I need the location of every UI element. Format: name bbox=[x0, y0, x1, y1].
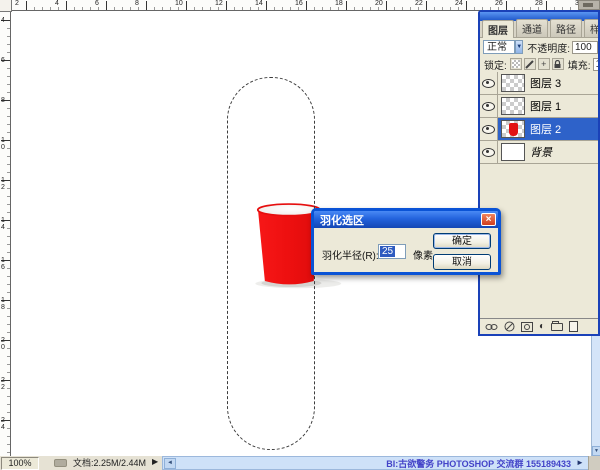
visibility-toggle[interactable] bbox=[480, 95, 498, 117]
dialog-body: 羽化半径(R): 25 像素 确定 取消 bbox=[314, 228, 498, 272]
layer-thumbnail[interactable] bbox=[501, 120, 525, 138]
feather-radius-input[interactable]: 25 bbox=[378, 244, 406, 259]
close-icon[interactable]: × bbox=[481, 213, 496, 226]
ruler-vertical: 4 6 8 10 12 14 16 18 20 22 24 bbox=[0, 12, 11, 456]
ruler-label: 12 bbox=[215, 0, 223, 7]
zoom-level-field[interactable]: 100% bbox=[1, 457, 39, 470]
document-size-info: 文档:2.25M/2.44M bbox=[73, 457, 146, 469]
layer-row[interactable]: 图层 3 bbox=[480, 72, 598, 95]
cancel-button[interactable]: 取消 bbox=[433, 254, 491, 270]
visibility-toggle[interactable] bbox=[480, 72, 498, 94]
scroll-down-icon[interactable]: ▼ bbox=[592, 446, 600, 456]
ruler-label: 18 bbox=[1, 297, 7, 311]
ruler-label: 20 bbox=[1, 337, 7, 351]
ruler-label: 4 bbox=[1, 17, 7, 24]
layer-row[interactable]: 背景 bbox=[480, 141, 598, 164]
eye-icon bbox=[482, 79, 495, 88]
ruler-label: 22 bbox=[415, 0, 423, 7]
ruler-label: 16 bbox=[295, 0, 303, 7]
ruler-label: 6 bbox=[1, 57, 7, 64]
ruler-label: 8 bbox=[1, 97, 7, 104]
watermark-text: BI:古欲警务 PHOTOSHOP 交流群 155189433 bbox=[386, 458, 571, 470]
ruler-label: 10 bbox=[175, 0, 183, 7]
dialog-title: 羽化选区 bbox=[320, 212, 364, 228]
layer-list: 图层 3 图层 1 图层 2 背景 bbox=[480, 72, 598, 164]
tab-styles[interactable]: 样式 bbox=[584, 19, 600, 37]
horizontal-scrollbar[interactable]: ◄ BI:古欲警务 PHOTOSHOP 交流群 155189433 ► bbox=[162, 456, 600, 470]
layers-palette: 图层 通道 路径 样式 正常 ▼ 不透明度: 100 锁定: + 填充: bbox=[478, 10, 600, 336]
layer-thumbnail[interactable] bbox=[501, 74, 525, 92]
adjustment-layer-icon[interactable]: ◐ bbox=[539, 322, 545, 332]
lock-label: 锁定: bbox=[484, 57, 507, 72]
status-bar: 100% 文档:2.25M/2.44M ▶ ◄ BI:古欲警务 PHOTOSHO… bbox=[0, 456, 600, 470]
eye-icon bbox=[482, 102, 495, 111]
layer-row[interactable]: 图层 1 bbox=[480, 95, 598, 118]
fill-input[interactable]: 100 bbox=[593, 58, 600, 71]
ruler-label: 26 bbox=[495, 0, 503, 7]
marching-ants-selection[interactable] bbox=[227, 77, 315, 450]
layer-thumbnail[interactable] bbox=[501, 97, 525, 115]
scroll-right-icon[interactable]: ► bbox=[574, 458, 586, 469]
tab-paths[interactable]: 路径 bbox=[550, 19, 582, 37]
layer-name[interactable]: 背景 bbox=[530, 144, 552, 160]
link-layers-icon[interactable] bbox=[485, 323, 498, 331]
palette-footer: ◐ bbox=[480, 318, 598, 334]
ruler-label: 8 bbox=[135, 0, 139, 7]
eye-icon bbox=[482, 148, 495, 157]
layer-name[interactable]: 图层 3 bbox=[530, 75, 561, 91]
ruler-label: 28 bbox=[535, 0, 543, 7]
ruler-label: 10 bbox=[1, 137, 7, 151]
selected-value: 25 bbox=[380, 246, 395, 257]
lock-paint-icon[interactable] bbox=[524, 58, 536, 70]
unit-label: 像素 bbox=[413, 247, 433, 262]
ruler-label: 6 bbox=[95, 0, 99, 7]
ruler-label: 14 bbox=[1, 217, 7, 231]
lock-move-icon[interactable]: + bbox=[538, 58, 550, 70]
layer-name[interactable]: 图层 2 bbox=[530, 121, 561, 137]
feather-radius-label: 羽化半径(R): bbox=[322, 247, 379, 262]
ok-button[interactable]: 确定 bbox=[433, 233, 491, 249]
ruler-label: 18 bbox=[335, 0, 343, 7]
dialog-titlebar[interactable]: 羽化选区 × bbox=[314, 211, 498, 228]
ruler-label: 12 bbox=[1, 177, 7, 191]
ruler-label: 16 bbox=[1, 257, 7, 271]
ruler-label: 24 bbox=[1, 417, 7, 431]
photoshop-window: 24681012141618202224262830 4681012141618… bbox=[0, 0, 600, 470]
status-divider-icon bbox=[54, 459, 67, 467]
layer-thumbnail[interactable] bbox=[501, 143, 525, 161]
scroll-left-icon[interactable]: ◄ bbox=[164, 458, 176, 469]
opacity-label: 不透明度: bbox=[527, 40, 570, 55]
ruler-label: 20 bbox=[375, 0, 383, 7]
ruler-label: 2 bbox=[15, 0, 19, 7]
visibility-toggle[interactable] bbox=[480, 141, 498, 163]
layer-style-icon[interactable] bbox=[504, 321, 515, 332]
status-flyout-icon[interactable]: ▶ bbox=[152, 457, 158, 466]
lock-transparency-icon[interactable] bbox=[510, 58, 522, 70]
layer-row-selected[interactable]: 图层 2 bbox=[480, 118, 598, 141]
layer-mask-icon[interactable] bbox=[521, 322, 533, 332]
ruler-label: 14 bbox=[255, 0, 263, 7]
layer-name[interactable]: 图层 1 bbox=[530, 98, 561, 114]
ruler-corner bbox=[0, 0, 12, 12]
resize-corner bbox=[588, 456, 600, 470]
opacity-input[interactable]: 100 bbox=[572, 41, 598, 54]
lock-buttons: + bbox=[510, 58, 564, 70]
lock-all-icon[interactable] bbox=[552, 58, 564, 70]
visibility-toggle[interactable] bbox=[480, 118, 498, 140]
tab-layers[interactable]: 图层 bbox=[482, 20, 514, 38]
tab-channels[interactable]: 通道 bbox=[516, 19, 548, 37]
chevron-down-icon[interactable]: ▼ bbox=[515, 40, 523, 54]
ruler-label: 22 bbox=[1, 377, 7, 391]
blend-mode-select[interactable]: 正常 bbox=[483, 40, 515, 54]
palette-tabs: 图层 通道 路径 样式 bbox=[480, 21, 598, 38]
new-group-icon[interactable] bbox=[551, 323, 563, 331]
ruler-label: 24 bbox=[455, 0, 463, 7]
eye-icon bbox=[482, 125, 495, 134]
ruler-label: 4 bbox=[55, 0, 59, 7]
palette-well-button[interactable] bbox=[578, 0, 600, 10]
new-layer-icon[interactable] bbox=[569, 321, 578, 332]
feather-dialog: 羽化选区 × 羽化半径(R): 25 像素 确定 取消 bbox=[311, 208, 501, 275]
fill-label: 填充: bbox=[568, 57, 591, 72]
